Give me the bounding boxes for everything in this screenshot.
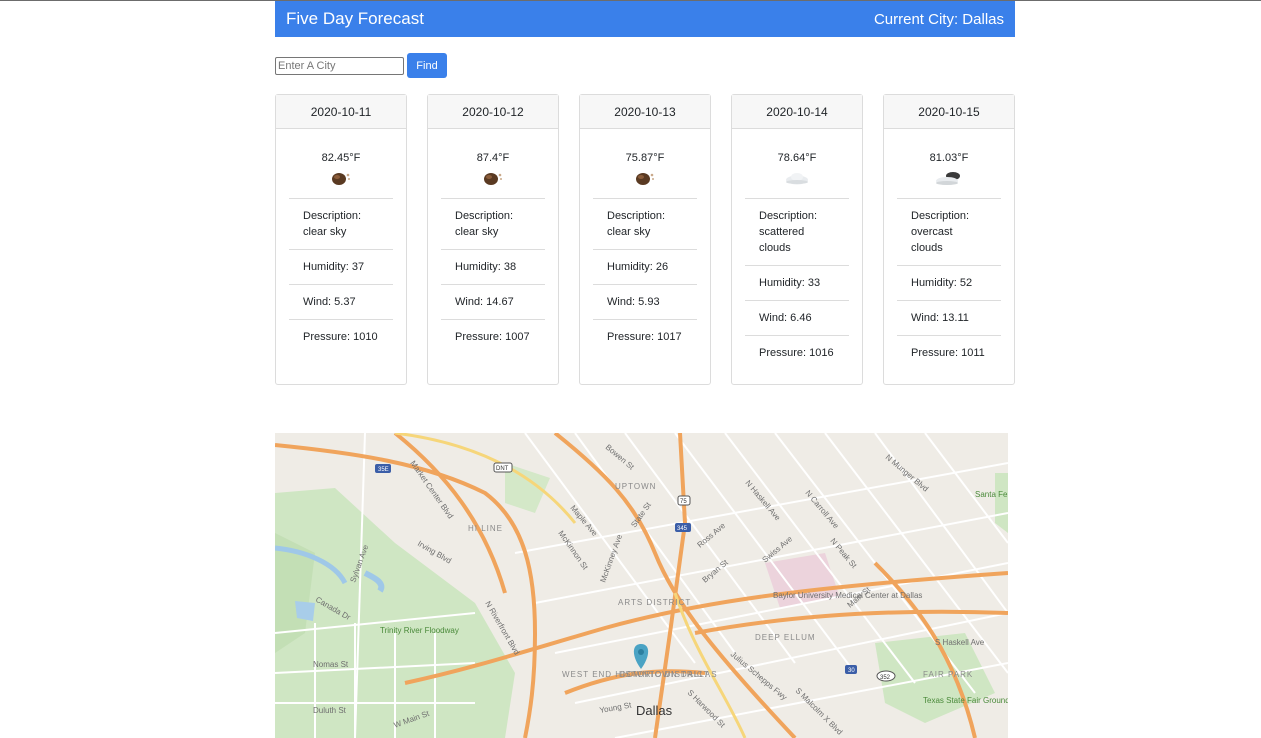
clear-sky-icon <box>580 170 710 188</box>
overcast-clouds-icon <box>884 170 1014 188</box>
map-label-mckinnon: McKinnon St <box>556 529 590 572</box>
forecast-humidity: Humidity: 38 <box>441 249 545 284</box>
map-label-s-malcolm: S Malcolm X Blvd <box>794 686 845 737</box>
forecast-temp: 81.03°F <box>929 152 969 164</box>
forecast-pressure: Pressure: 1007 <box>441 319 545 354</box>
forecast-date: 2020-10-13 <box>580 95 710 129</box>
map-label-hi-line: HI LINE <box>468 524 503 533</box>
forecast-temp: 75.87°F <box>625 152 665 164</box>
map-label-n-munger: N Munger Blvd <box>884 453 930 494</box>
forecast-pressure: Pressure: 1017 <box>593 319 697 354</box>
forecast-date: 2020-10-12 <box>428 95 558 129</box>
forecast-wind: Wind: 6.46 <box>745 300 849 335</box>
clear-sky-icon <box>428 170 558 188</box>
forecast-pressure: Pressure: 1010 <box>289 319 393 354</box>
forecast-wind: Wind: 5.37 <box>289 284 393 319</box>
forecast-card: 2020-10-12 87.4°F Description: clear sky… <box>427 94 559 385</box>
forecast-wind: Wind: 5.93 <box>593 284 697 319</box>
lake <box>295 601 315 621</box>
city-map[interactable]: Dallas UPTOWN ARTS DISTRICT DOWNTOWN DAL… <box>275 433 1008 738</box>
forecast-description: Description: clear sky <box>289 198 393 249</box>
find-button[interactable]: Find <box>407 53 447 78</box>
location-pin-icon[interactable] <box>633 644 649 669</box>
map-label-city: Dallas <box>636 703 673 718</box>
map-label-fair-park: FAIR PARK <box>923 670 973 679</box>
shield-i345: 345 <box>677 526 688 532</box>
shield-i35e: 35E <box>378 467 389 473</box>
forecast-description: Description: clear sky <box>441 198 545 249</box>
forecast-pressure: Pressure: 1011 <box>897 335 1001 370</box>
map-label-young: Young St <box>599 700 633 715</box>
map-label-santa-fe: Santa Fe Corrid <box>975 490 1008 499</box>
forecast-description: Description: clear sky <box>593 198 697 249</box>
map-label-uptown: UPTOWN <box>615 482 656 491</box>
forecast-card: 2020-10-13 75.87°F Description: clear sk… <box>579 94 711 385</box>
park-area <box>995 473 1008 533</box>
search-bar: Find <box>275 53 447 78</box>
map-canvas[interactable]: Dallas UPTOWN ARTS DISTRICT DOWNTOWN DAL… <box>275 433 1008 738</box>
map-label-trinity: Trinity River Floodway <box>380 626 459 635</box>
map-label-arts-district: ARTS DISTRICT <box>618 598 691 607</box>
forecast-wind: Wind: 14.67 <box>441 284 545 319</box>
map-label-duluth: Duluth St <box>313 706 347 715</box>
forecast-pressure: Pressure: 1016 <box>745 335 849 370</box>
map-label-fairgrounds: Texas State Fair Grounds <box>923 696 1008 705</box>
map-label-s-haskell: S Haskell Ave <box>935 638 985 647</box>
navbar: Five Day Forecast Current City: Dallas <box>275 1 1015 37</box>
forecast-temp: 87.4°F <box>476 152 510 164</box>
forecast-temp: 82.45°F <box>321 152 361 164</box>
clear-sky-icon <box>276 170 406 188</box>
forecast-date: 2020-10-14 <box>732 95 862 129</box>
forecast-humidity: Humidity: 52 <box>897 265 1001 300</box>
shield-dnt: DNT <box>496 466 509 472</box>
app-title: Five Day Forecast <box>286 9 424 28</box>
shield-r352: 352 <box>880 675 891 681</box>
forecast-description: Description: overcast clouds <box>897 198 1001 265</box>
forecast-humidity: Humidity: 37 <box>289 249 393 284</box>
forecast-wind: Wind: 13.11 <box>897 300 1001 335</box>
map-label-deep-ellum: DEEP ELLUM <box>755 633 816 642</box>
map-label-west-end: WEST END HISTORIC DISTRICT <box>562 670 710 679</box>
forecast-description: Description: scattered clouds <box>745 198 849 265</box>
map-label-nomas: Nomas St <box>313 660 349 669</box>
forecast-card: 2020-10-14 78.64°F Description: scattere… <box>731 94 863 385</box>
city-search-input[interactable] <box>275 56 404 75</box>
current-city: Current City: Dallas <box>873 10 1004 28</box>
map-label-bowen: Bowen St <box>604 443 637 472</box>
map-label-irving: Irving Blvd <box>416 539 453 565</box>
scattered-clouds-icon <box>732 170 862 188</box>
forecast-date: 2020-10-15 <box>884 95 1014 129</box>
map-label-mckinney: McKinney Ave <box>598 533 624 584</box>
map-label-baylor: Baylor University Medical Center at Dall… <box>773 591 922 600</box>
forecast-card: 2020-10-15 81.03°F Description: overcast… <box>883 94 1015 385</box>
shield-i30: 30 <box>848 668 855 674</box>
forecast-card: 2020-10-11 82.45°F Description: clear sk… <box>275 94 407 385</box>
forecast-temp: 78.64°F <box>777 152 817 164</box>
shield-us75: 75 <box>680 499 687 505</box>
forecast-date: 2020-10-11 <box>276 95 406 129</box>
forecast-humidity: Humidity: 33 <box>745 265 849 300</box>
forecast-humidity: Humidity: 26 <box>593 249 697 284</box>
